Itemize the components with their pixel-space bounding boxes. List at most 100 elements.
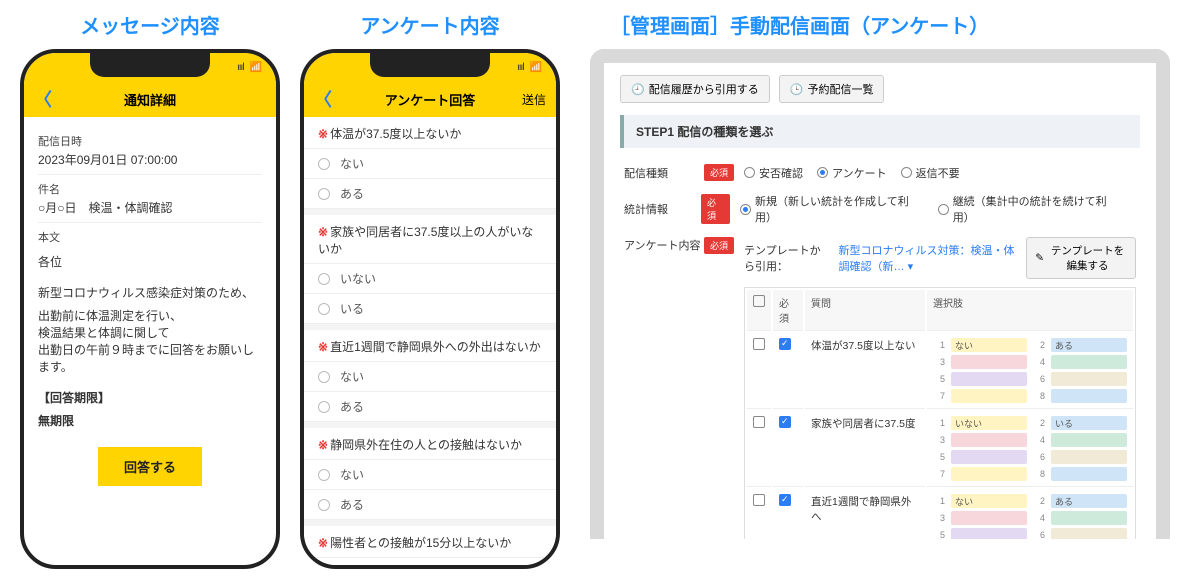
clock-icon: 🕒 xyxy=(790,83,804,96)
choice-box[interactable] xyxy=(951,433,1027,447)
choice-box[interactable] xyxy=(951,372,1027,386)
choice-box[interactable]: ない xyxy=(951,338,1027,352)
question-title: ※家族や同居者に37.5度以上の人がいないか xyxy=(304,215,556,263)
question-title: ※陽性者との接触が15分以上ないか xyxy=(304,526,556,557)
question-cell: 体温が37.5度以上ない xyxy=(805,333,925,409)
phone-message: ıııl 📶 〈 通知詳細 配信日時 2023年09月01日 07:00:00 … xyxy=(20,49,280,569)
body-line2: 出勤前に体温測定を行い、 xyxy=(38,307,262,324)
choices-cell: 1ない2ある345678 xyxy=(927,489,1133,539)
label-survey-content: アンケート内容 xyxy=(624,237,704,253)
checkbox-all[interactable] xyxy=(753,295,765,307)
radio-survey[interactable]: アンケート xyxy=(817,165,887,181)
radio-icon xyxy=(318,469,330,481)
radio-icon xyxy=(318,371,330,383)
choice-box[interactable] xyxy=(951,450,1027,464)
survey-option[interactable]: いる xyxy=(304,293,556,324)
choice-box[interactable] xyxy=(951,389,1027,403)
choice-box[interactable] xyxy=(1051,433,1127,447)
choice-box[interactable] xyxy=(1051,467,1127,481)
radio-icon xyxy=(318,401,330,413)
wifi-icon: 📶 xyxy=(530,62,542,73)
body-line4: 出勤日の午前９時までに回答をお願いします。 xyxy=(38,341,262,375)
phone-survey: ıııl 📶 〈 アンケート回答 送信 ※体温が37.5度以上ないかないある※家… xyxy=(300,49,560,569)
form-row-stats: 統計情報 必須 新規（新しい統計を作成して利用） 継続（集計中の統計を続けて利用… xyxy=(620,187,1140,231)
required-checkbox[interactable] xyxy=(779,416,791,428)
quote-history-label: 配信履歴から引用する xyxy=(649,81,759,97)
survey-option[interactable]: ない xyxy=(304,557,556,565)
table-row: 体温が37.5度以上ない1ない2ある345678 xyxy=(747,333,1133,409)
row-checkbox[interactable] xyxy=(753,416,765,428)
signal-icon: ıııl xyxy=(517,62,524,73)
schedule-list-button[interactable]: 🕒 予約配信一覧 xyxy=(779,75,885,103)
send-button[interactable]: 送信 xyxy=(522,91,546,108)
schedule-list-label: 予約配信一覧 xyxy=(807,81,873,97)
choice-box[interactable]: いる xyxy=(1051,416,1127,430)
choice-box[interactable] xyxy=(1051,528,1127,539)
choice-box[interactable]: ある xyxy=(1051,494,1127,508)
back-button[interactable]: 〈 xyxy=(34,86,52,112)
body-greeting: 各位 xyxy=(38,253,262,270)
radio-icon xyxy=(318,158,330,170)
radio-continue[interactable]: 継続（集計中の統計を続けて利用） xyxy=(938,193,1122,225)
signal-icon: ıııl xyxy=(237,62,244,73)
title-message: メッセージ内容 xyxy=(20,10,280,39)
template-select[interactable]: 新型コロナウィルス対策：検温・体調確認（新… ▾ xyxy=(839,242,1019,274)
choice-box[interactable]: ある xyxy=(1051,338,1127,352)
quote-history-button[interactable]: 🕘 配信履歴から引用する xyxy=(620,75,770,103)
navbar-message: 〈 通知詳細 xyxy=(24,81,276,117)
row-checkbox[interactable] xyxy=(753,494,765,506)
body-line3: 検温結果と体調に関して xyxy=(38,324,262,341)
option-label: ない xyxy=(340,368,364,385)
choice-box[interactable] xyxy=(951,511,1027,525)
survey-option[interactable]: ない xyxy=(304,361,556,391)
phone-notch xyxy=(370,53,490,77)
survey-option[interactable]: ない xyxy=(304,148,556,178)
navbar-title: アンケート回答 xyxy=(385,90,475,109)
choice-box[interactable] xyxy=(1051,389,1127,403)
choice-box[interactable]: いない xyxy=(951,416,1027,430)
option-label: ない xyxy=(340,564,364,565)
radio-icon xyxy=(318,499,330,511)
required-checkbox[interactable] xyxy=(779,338,791,350)
choice-box[interactable] xyxy=(951,467,1027,481)
template-from-label: テンプレートから引用： xyxy=(744,242,831,274)
choice-box[interactable] xyxy=(1051,372,1127,386)
phone-notch xyxy=(90,53,210,77)
choice-box[interactable] xyxy=(1051,355,1127,369)
survey-option[interactable]: ある xyxy=(304,489,556,520)
navbar-survey: 〈 アンケート回答 送信 xyxy=(304,81,556,117)
survey-option[interactable]: いない xyxy=(304,263,556,293)
survey-table: 必須 質問 選択肢 体温が37.5度以上ない1ない2ある345678家族や同居者… xyxy=(744,287,1136,539)
survey-option[interactable]: ない xyxy=(304,459,556,489)
choice-box[interactable] xyxy=(951,355,1027,369)
label-datetime: 配信日時 xyxy=(38,133,262,149)
required-badge: 必須 xyxy=(701,194,730,224)
radio-noreply[interactable]: 返信不要 xyxy=(901,165,960,181)
navbar-title: 通知詳細 xyxy=(124,90,176,109)
required-asterisk: ※ xyxy=(318,127,328,141)
radio-new[interactable]: 新規（新しい統計を作成して利用） xyxy=(740,193,924,225)
label-type: 配信種類 xyxy=(624,165,704,181)
edit-template-button[interactable]: ✎ テンプレートを編集する xyxy=(1026,237,1136,279)
th-question: 質問 xyxy=(805,290,925,331)
option-label: ない xyxy=(340,466,364,483)
radio-safety[interactable]: 安否確認 xyxy=(744,165,803,181)
answer-button[interactable]: 回答する xyxy=(98,447,202,486)
row-checkbox[interactable] xyxy=(753,338,765,350)
back-button[interactable]: 〈 xyxy=(314,86,332,112)
choice-box[interactable]: ない xyxy=(951,494,1027,508)
option-label: いない xyxy=(340,270,376,287)
required-checkbox[interactable] xyxy=(779,494,791,506)
th-choices: 選択肢 xyxy=(927,290,1133,331)
choice-box[interactable] xyxy=(1051,450,1127,464)
required-badge: 必須 xyxy=(704,237,734,254)
option-label: いる xyxy=(340,300,364,317)
choice-box[interactable] xyxy=(1051,511,1127,525)
survey-option[interactable]: ある xyxy=(304,178,556,209)
survey-option[interactable]: ある xyxy=(304,391,556,422)
option-label: ある xyxy=(340,496,364,513)
choice-box[interactable] xyxy=(951,528,1027,539)
table-row: 家族や同居者に37.5度1いない2いる345678 xyxy=(747,411,1133,487)
label-stats: 統計情報 xyxy=(624,201,701,217)
question-cell: 直近1週間で静岡県外へ xyxy=(805,489,925,539)
